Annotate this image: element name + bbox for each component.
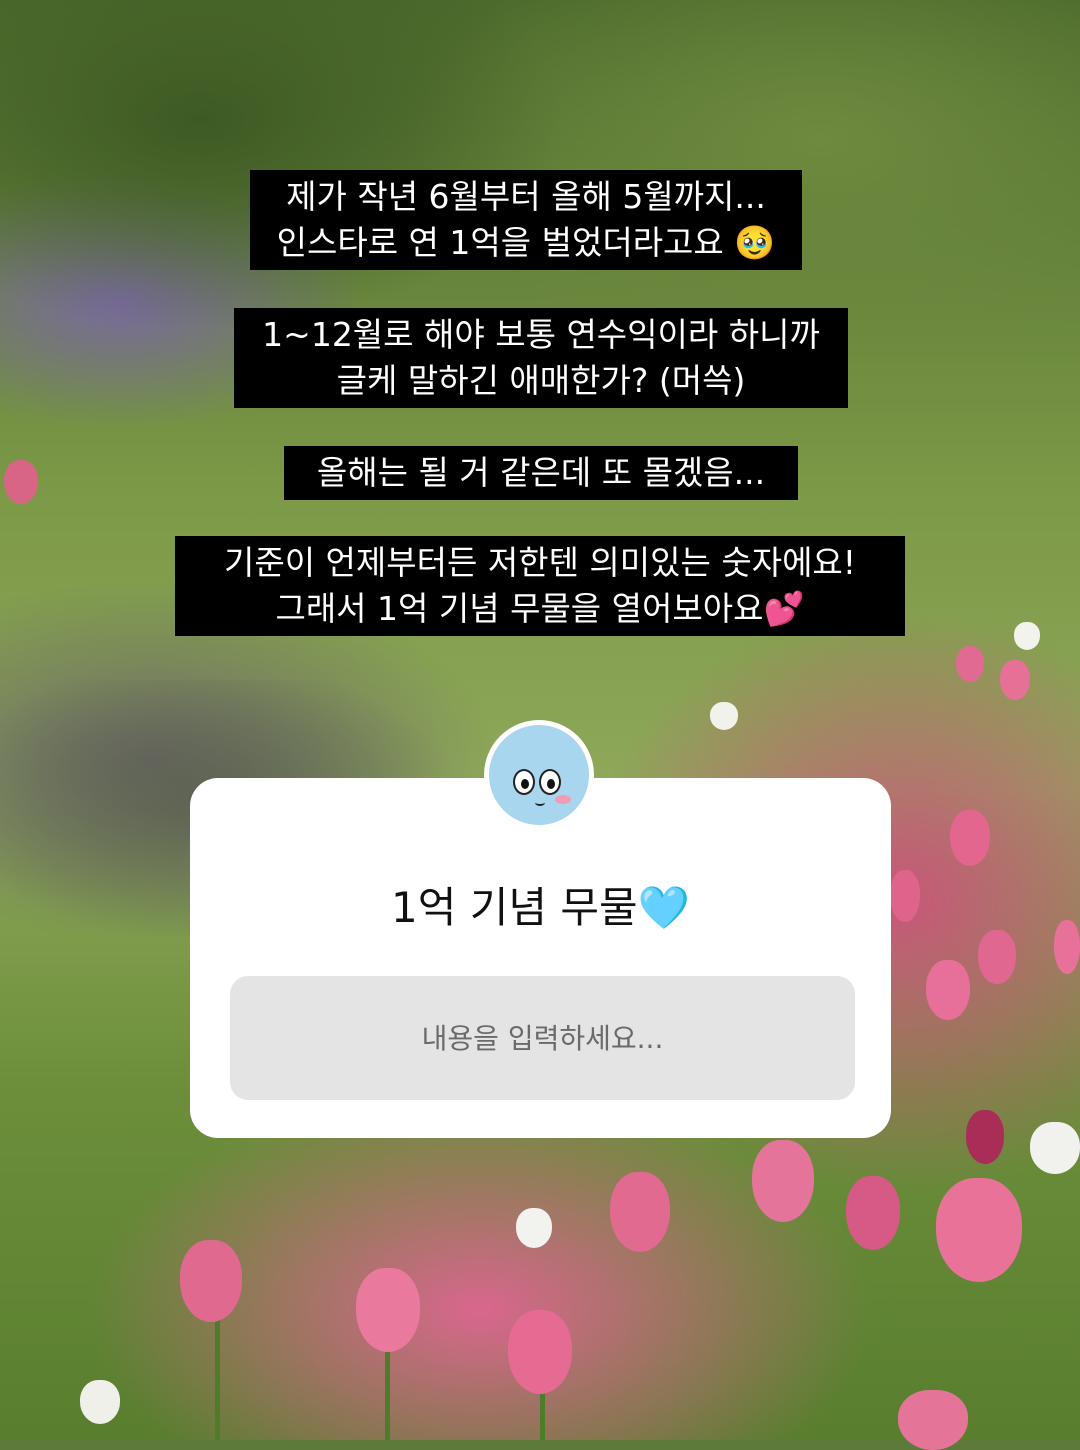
tulip: [966, 1110, 1004, 1164]
avatar: [484, 720, 594, 830]
tulip: [516, 1208, 552, 1248]
tulip: [898, 1390, 968, 1450]
story-caption-2: 1~12월로 해야 보통 연수익이라 하니까 글케 말하긴 애매한가? (머쓱): [234, 308, 848, 408]
caption-line: 기준이 언제부터든 저한텐 의미있는 숫자에요!: [223, 543, 857, 582]
tulip: [1054, 920, 1080, 974]
tulip: [752, 1140, 814, 1222]
caption-line: 글케 말하긴 애매한가? (머쓱): [336, 361, 746, 400]
tulip: [846, 1176, 900, 1250]
tulip: [356, 1268, 420, 1352]
tulip: [1000, 660, 1030, 700]
question-answer-input[interactable]: [230, 976, 855, 1100]
tulip: [710, 702, 738, 730]
caption-line: 그래서 1억 기념 무물을 열어보아요💕: [275, 589, 805, 628]
avatar-blush: [555, 795, 571, 804]
avatar-mouth: [535, 799, 545, 806]
tulip: [610, 1172, 670, 1252]
tulip: [4, 460, 38, 504]
tulip: [950, 810, 990, 866]
question-title: 1억 기념 무물🩵: [391, 883, 690, 932]
tulip: [926, 960, 970, 1020]
tulip: [1014, 622, 1040, 650]
tulip: [180, 1240, 242, 1322]
story-caption-3: 올해는 될 거 같은데 또 몰겠음...: [284, 446, 798, 500]
avatar-eye: [539, 769, 561, 795]
tulip: [956, 646, 984, 682]
tulip: [978, 930, 1016, 984]
question-sticker: 1억 기념 무물🩵: [190, 778, 891, 1138]
story-caption-4: 기준이 언제부터든 저한텐 의미있는 숫자에요! 그래서 1억 기념 무물을 열…: [175, 536, 905, 636]
tulip: [1030, 1122, 1080, 1174]
tulip: [890, 870, 920, 922]
caption-line: 올해는 될 거 같은데 또 몰겠음...: [316, 453, 766, 492]
avatar-eye: [513, 769, 535, 795]
tulip: [80, 1380, 120, 1424]
tulip: [508, 1310, 572, 1394]
caption-line: 인스타로 연 1억을 벌었더라고요 🥹: [276, 223, 776, 262]
caption-line: 제가 작년 6월부터 올해 5월까지...: [286, 177, 766, 216]
story-caption-1: 제가 작년 6월부터 올해 5월까지... 인스타로 연 1억을 벌었더라고요 …: [250, 170, 802, 270]
tulip: [936, 1178, 1022, 1282]
caption-line: 1~12월로 해야 보통 연수익이라 하니까: [262, 315, 820, 354]
